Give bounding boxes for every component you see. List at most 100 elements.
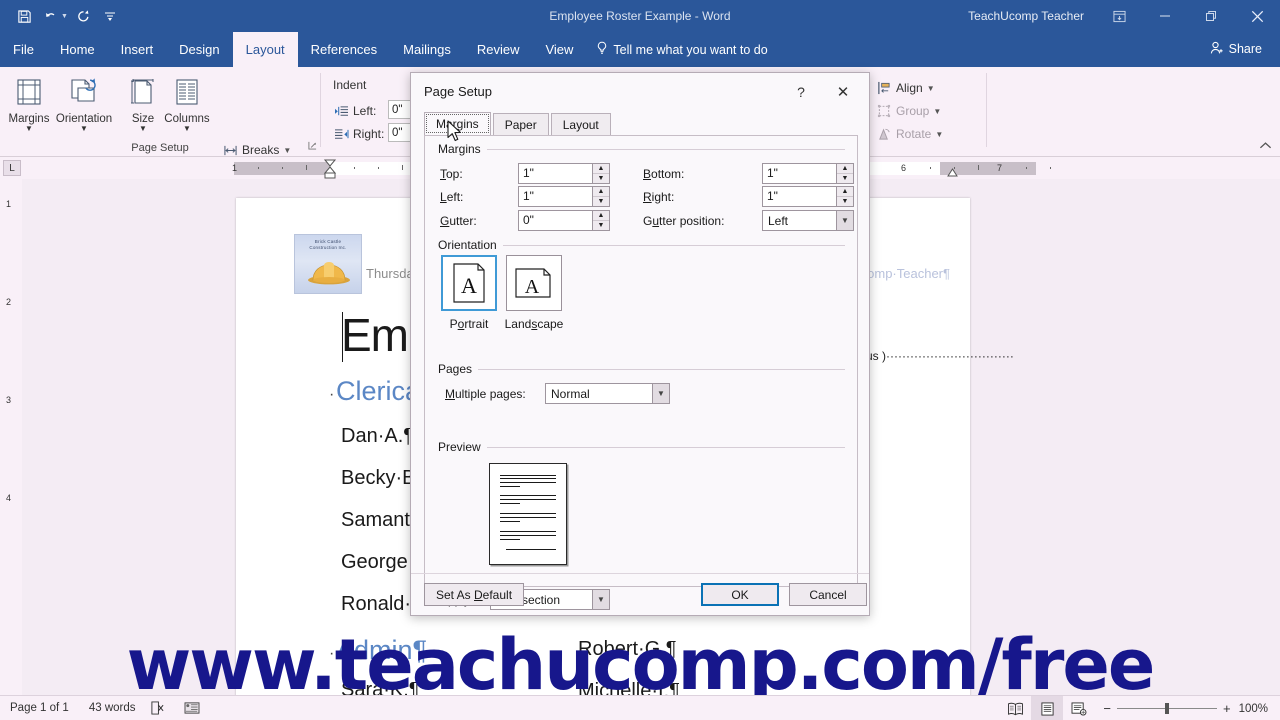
ok-label: OK bbox=[731, 587, 749, 602]
indent-left-row: Left: bbox=[333, 101, 376, 121]
page-setup-dialog[interactable]: Page Setup ? ✕ Margins Paper Layout Marg… bbox=[410, 72, 870, 616]
indent-right-icon bbox=[333, 126, 349, 142]
print-layout-icon[interactable] bbox=[1031, 696, 1064, 720]
share-button[interactable]: Share bbox=[1200, 37, 1272, 61]
tell-me-box[interactable]: Tell me what you want to do bbox=[586, 32, 777, 67]
orientation-landscape-label: Landscape bbox=[504, 317, 564, 331]
save-icon[interactable] bbox=[12, 5, 36, 27]
bottom-margin-down-icon[interactable]: ▼ bbox=[837, 174, 853, 183]
ribbon-display-options-icon[interactable] bbox=[1096, 0, 1142, 32]
tab-file[interactable]: File bbox=[0, 32, 47, 67]
tab-home[interactable]: Home bbox=[47, 32, 108, 67]
gutter-value[interactable]: 0" bbox=[519, 211, 592, 230]
collapse-ribbon-icon[interactable] bbox=[1259, 141, 1272, 153]
size-caret-icon[interactable]: ▼ bbox=[139, 125, 147, 133]
orientation-portrait-tile[interactable]: A bbox=[441, 255, 497, 311]
align-caret-icon[interactable]: ▼ bbox=[927, 84, 935, 93]
top-margin-spinner[interactable]: 1" ▲ ▼ bbox=[518, 163, 610, 184]
read-mode-icon[interactable] bbox=[999, 696, 1031, 720]
zoom-slider[interactable]: − + bbox=[1095, 701, 1238, 716]
page-setup-group-title: Page Setup bbox=[131, 142, 189, 154]
dialog-tab-layout[interactable]: Layout bbox=[550, 113, 611, 135]
tell-me-text: Tell me what you want to do bbox=[613, 42, 768, 57]
set-as-default-button[interactable]: Set As Default bbox=[424, 583, 524, 606]
margins-button[interactable]: Margins ▼ bbox=[2, 72, 56, 133]
cancel-button[interactable]: Cancel bbox=[789, 583, 867, 606]
top-margin-down-icon[interactable]: ▼ bbox=[593, 174, 609, 183]
zoom-level[interactable]: 100% bbox=[1239, 703, 1280, 715]
undo-icon[interactable] bbox=[38, 5, 62, 27]
logo-caption-line2: Construction Inc. bbox=[309, 245, 347, 250]
left-margin-down-icon[interactable]: ▼ bbox=[593, 197, 609, 206]
gutter-down-icon[interactable]: ▼ bbox=[593, 221, 609, 230]
gutter-up-icon[interactable]: ▲ bbox=[593, 211, 609, 221]
chevron-down-icon[interactable]: ▼ bbox=[652, 384, 669, 403]
right-indent-marker[interactable] bbox=[947, 166, 958, 180]
preview-group-label: Preview bbox=[438, 440, 487, 454]
zoom-out-button[interactable]: − bbox=[1103, 701, 1111, 716]
undo-dropdown-caret[interactable]: ▼ bbox=[61, 13, 68, 20]
right-margin-up-icon[interactable]: ▲ bbox=[837, 187, 853, 197]
bottom-margin-up-icon[interactable]: ▲ bbox=[837, 164, 853, 174]
dialog-tab-margins[interactable]: Margins bbox=[424, 112, 491, 135]
top-margin-up-icon[interactable]: ▲ bbox=[593, 164, 609, 174]
right-margin-stepper[interactable]: ▲ ▼ bbox=[836, 187, 853, 206]
tab-insert[interactable]: Insert bbox=[108, 32, 167, 67]
left-margin-value[interactable]: 1" bbox=[519, 187, 592, 206]
tab-design[interactable]: Design bbox=[166, 32, 232, 67]
columns-caret-icon[interactable]: ▼ bbox=[183, 125, 191, 133]
chevron-down-icon[interactable]: ▼ bbox=[836, 211, 853, 230]
right-margin-down-icon[interactable]: ▼ bbox=[837, 197, 853, 206]
close-icon[interactable] bbox=[1234, 0, 1280, 32]
multiple-pages-combo[interactable]: Normal ▼ bbox=[545, 383, 670, 404]
right-margin-spinner[interactable]: 1" ▲ ▼ bbox=[762, 186, 854, 207]
help-icon[interactable]: ? bbox=[789, 81, 813, 103]
spelling-check-icon[interactable] bbox=[146, 701, 170, 715]
tab-selector-button[interactable]: L bbox=[3, 160, 21, 176]
columns-button[interactable]: Columns ▼ bbox=[160, 72, 214, 133]
redo-icon[interactable] bbox=[72, 5, 96, 27]
left-margin-up-icon[interactable]: ▲ bbox=[593, 187, 609, 197]
bottom-margin-spinner[interactable]: 1" ▲ ▼ bbox=[762, 163, 854, 184]
word-count[interactable]: 43 words bbox=[79, 702, 146, 714]
page-setup-dialog-launcher[interactable] bbox=[308, 141, 317, 153]
web-layout-icon[interactable] bbox=[1063, 696, 1095, 720]
right-margin-value[interactable]: 1" bbox=[763, 187, 836, 206]
bottom-margin-stepper[interactable]: ▲ ▼ bbox=[836, 164, 853, 183]
group-caret-icon: ▼ bbox=[933, 106, 942, 116]
customize-qat-icon[interactable] bbox=[98, 5, 122, 27]
top-margin-stepper[interactable]: ▲ ▼ bbox=[592, 164, 609, 183]
tab-view[interactable]: View bbox=[532, 32, 586, 67]
account-name[interactable]: TeachUcomp Teacher bbox=[968, 0, 1084, 32]
left-margin-spinner[interactable]: 1" ▲ ▼ bbox=[518, 186, 610, 207]
tab-layout[interactable]: Layout bbox=[232, 32, 298, 67]
page-indicator[interactable]: Page 1 of 1 bbox=[0, 702, 79, 714]
tab-mailings[interactable]: Mailings bbox=[390, 32, 464, 67]
align-button[interactable]: Align ▼ bbox=[876, 78, 935, 98]
minimize-icon[interactable] bbox=[1142, 0, 1188, 32]
zoom-in-button[interactable]: + bbox=[1223, 701, 1231, 716]
zoom-track[interactable] bbox=[1116, 703, 1217, 714]
margins-caret-icon[interactable]: ▼ bbox=[25, 125, 33, 133]
orientation-landscape-tile[interactable]: A bbox=[506, 255, 562, 311]
top-margin-value[interactable]: 1" bbox=[519, 164, 592, 183]
bottom-margin-value[interactable]: 1" bbox=[763, 164, 836, 183]
macro-recording-icon[interactable] bbox=[180, 701, 204, 715]
left-margin-stepper[interactable]: ▲ ▼ bbox=[592, 187, 609, 206]
restore-icon[interactable] bbox=[1188, 0, 1234, 32]
close-icon[interactable]: ✕ bbox=[831, 81, 855, 103]
orientation-button[interactable]: Orientation ▼ bbox=[56, 72, 112, 133]
gutter-spinner[interactable]: 0" ▲ ▼ bbox=[518, 210, 610, 231]
gutter-position-combo[interactable]: Left ▼ bbox=[762, 210, 854, 231]
zoom-thumb[interactable] bbox=[1164, 703, 1169, 714]
tab-review[interactable]: Review bbox=[464, 32, 533, 67]
margins-icon bbox=[14, 72, 44, 112]
ok-button[interactable]: OK bbox=[701, 583, 779, 606]
size-icon bbox=[129, 72, 157, 112]
vertical-ruler[interactable]: 1 2 3 4 bbox=[0, 179, 22, 695]
gutter-stepper[interactable]: ▲ ▼ bbox=[592, 211, 609, 230]
dialog-tab-paper[interactable]: Paper bbox=[492, 113, 549, 135]
company-logo-image[interactable]: Brick Castle Construction Inc. bbox=[294, 234, 362, 294]
orientation-caret-icon[interactable]: ▼ bbox=[80, 125, 88, 133]
tab-references[interactable]: References bbox=[298, 32, 390, 67]
